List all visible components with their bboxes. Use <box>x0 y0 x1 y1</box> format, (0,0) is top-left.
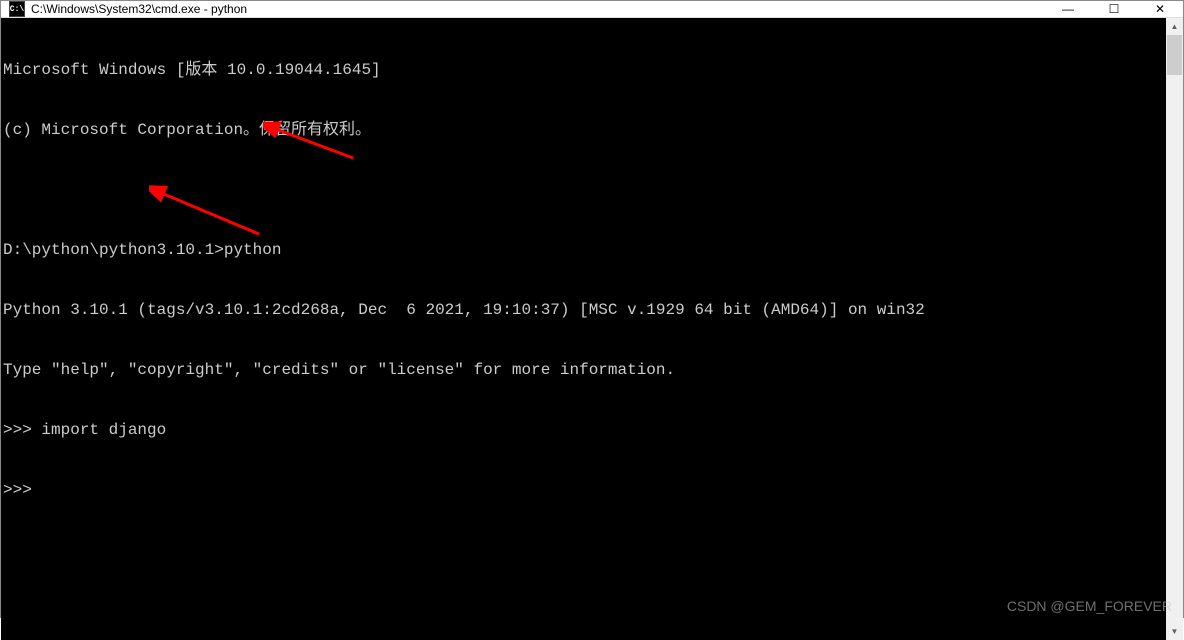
cmd-window: C:\ C:\Windows\System32\cmd.exe - python… <box>0 0 1184 618</box>
terminal-line: >>> import django <box>3 420 1166 440</box>
minimize-button[interactable]: — <box>1045 1 1091 17</box>
scrollbar-thumb[interactable] <box>1167 35 1182 75</box>
terminal-line: Microsoft Windows [版本 10.0.19044.1645] <box>3 60 1166 80</box>
terminal-wrapper: Microsoft Windows [版本 10.0.19044.1645] (… <box>1 18 1183 640</box>
terminal-line: Python 3.10.1 (tags/v3.10.1:2cd268a, Dec… <box>3 300 1166 320</box>
scrollbar-up-icon[interactable]: ▲ <box>1166 18 1183 35</box>
terminal-line: D:\python\python3.10.1>python <box>3 240 1166 260</box>
titlebar[interactable]: C:\ C:\Windows\System32\cmd.exe - python… <box>1 1 1183 18</box>
terminal[interactable]: Microsoft Windows [版本 10.0.19044.1645] (… <box>1 18 1166 640</box>
annotation-arrow-icon <box>149 144 269 284</box>
terminal-line: >>> <box>3 480 1166 500</box>
vertical-scrollbar[interactable]: ▲ ▼ <box>1166 18 1183 640</box>
window-controls: — ☐ ✕ <box>1045 1 1183 17</box>
terminal-line: Type "help", "copyright", "credits" or "… <box>3 360 1166 380</box>
terminal-line: (c) Microsoft Corporation。保留所有权利。 <box>3 120 1166 140</box>
cmd-icon: C:\ <box>9 1 25 17</box>
terminal-line <box>3 180 1166 200</box>
window-title: C:\Windows\System32\cmd.exe - python <box>31 2 1045 16</box>
scrollbar-down-icon[interactable]: ▼ <box>1166 623 1183 640</box>
close-button[interactable]: ✕ <box>1137 1 1183 17</box>
maximize-button[interactable]: ☐ <box>1091 1 1137 17</box>
